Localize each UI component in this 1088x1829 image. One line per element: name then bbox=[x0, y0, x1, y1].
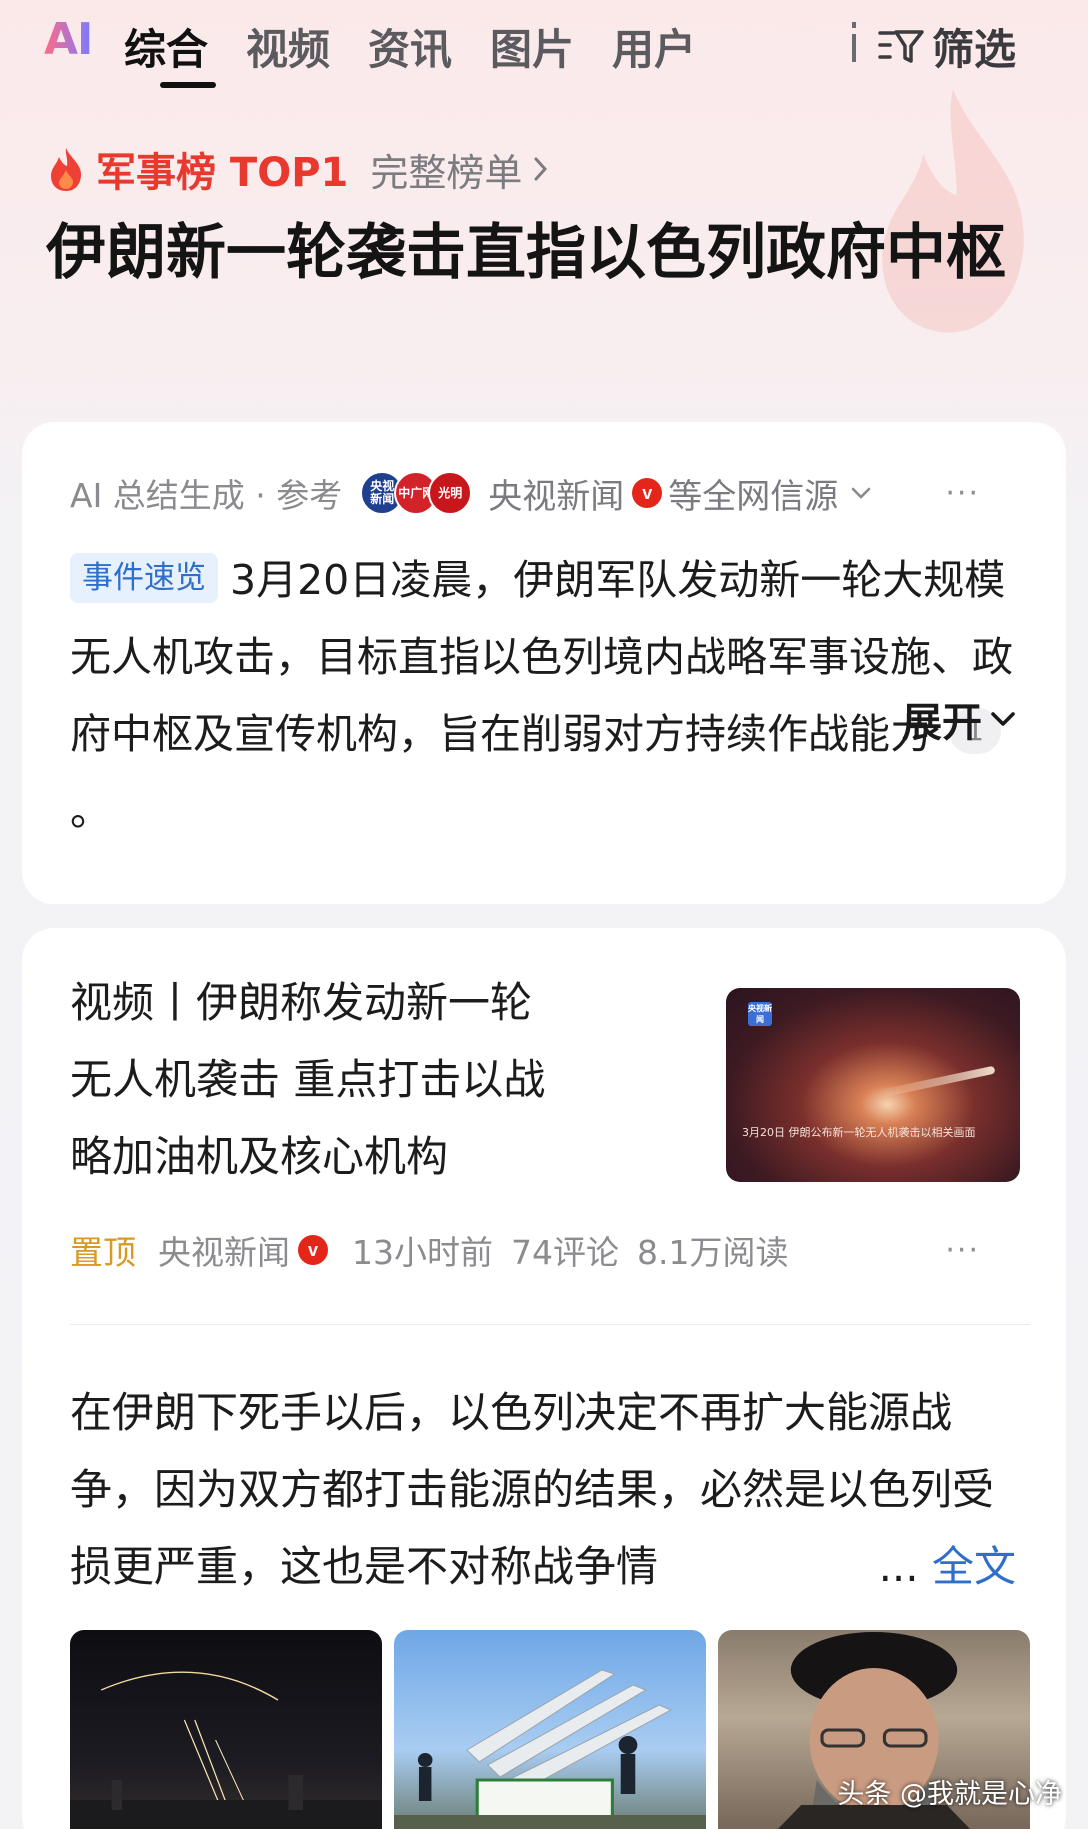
photo-missile-parade[interactable] bbox=[394, 1630, 706, 1829]
divider bbox=[70, 1324, 1030, 1325]
night-intercept-illustration bbox=[70, 1671, 382, 1829]
full-rank-link[interactable]: 完整榜单 bbox=[370, 142, 522, 197]
source-suffix: 等全网信源 bbox=[668, 476, 839, 517]
photo-night-sky-intercepts[interactable] bbox=[70, 1630, 382, 1829]
source-logos: 央视 新闻 中广网 光明 bbox=[360, 471, 473, 515]
source-name: 央视新闻 bbox=[488, 476, 625, 517]
tab-comprehensive[interactable]: 综合 bbox=[124, 16, 208, 77]
tab-video[interactable]: 视频 bbox=[246, 16, 330, 77]
expand-label: 展开 bbox=[902, 700, 982, 746]
expand-button[interactable]: 展开 bbox=[902, 690, 1016, 748]
full-text-label: 全文 bbox=[931, 1542, 1016, 1591]
video-thumbnail[interactable]: 央视新闻 3月20日 伊朗公布新一轮无人机袭击以相关画面 bbox=[726, 988, 1020, 1182]
news-reads: 8.1万阅读 bbox=[637, 1233, 789, 1272]
rank-label: 军事榜 TOP1 bbox=[96, 150, 349, 196]
news-title[interactable]: 视频丨伊朗称发动新一轮无人机袭击 重点打击以战略加油机及核心机构 bbox=[70, 964, 570, 1195]
news-meta-row: 置顶 央视新闻 v 13小时前 74评论 8.1万阅读 ··· bbox=[70, 1226, 1030, 1274]
source-logo-gmw: 光明 bbox=[428, 471, 473, 515]
news-time: 13小时前 bbox=[352, 1233, 493, 1272]
ai-summary-text: 事件速览 3月20日凌晨，伊朗军队发动新一轮大规模无人机攻击，目标直指以色列境内战… bbox=[70, 542, 1030, 850]
ai-summary-prefix: AI 总结生成 · 参考 bbox=[70, 476, 343, 515]
ai-source-row[interactable]: AI 总结生成 · 参考 央视 新闻 中广网 光明 央视新闻 v 等全网信源 ··… bbox=[70, 468, 1030, 518]
ellipsis: ... bbox=[878, 1542, 919, 1591]
thumbnail-logo: 央视新闻 bbox=[748, 1002, 772, 1026]
tab-users[interactable]: 用户 bbox=[612, 16, 696, 77]
chevron-down-icon bbox=[991, 712, 1015, 726]
tab-images[interactable]: 图片 bbox=[490, 16, 574, 77]
search-tab-bar: AI 综合 视频 资讯 图片 用户 筛选 bbox=[0, 0, 1088, 100]
verified-badge-icon: v bbox=[298, 1235, 328, 1265]
chevron-right-icon bbox=[534, 157, 548, 181]
pinned-label: 置顶 bbox=[70, 1233, 136, 1272]
active-tab-indicator bbox=[160, 82, 216, 88]
missile-parade-illustration bbox=[394, 1669, 706, 1829]
event-tag: 事件速览 bbox=[70, 553, 218, 603]
ai-summary-card: AI 总结生成 · 参考 央视 新闻 中广网 光明 央视新闻 v 等全网信源 ··… bbox=[22, 422, 1066, 904]
chevron-down-icon bbox=[851, 487, 871, 499]
tab-news[interactable]: 资讯 bbox=[368, 16, 452, 77]
more-options-icon[interactable]: ··· bbox=[945, 1233, 980, 1268]
tab-overflow-hint bbox=[852, 22, 856, 62]
hot-rank-row[interactable]: 军事榜 TOP1 完整榜单 bbox=[48, 140, 550, 198]
flame-icon bbox=[51, 148, 82, 191]
watermark: 头条 @我就是心净 bbox=[837, 1779, 1062, 1810]
verified-badge-icon: v bbox=[632, 478, 663, 508]
news-comments: 74评论 bbox=[511, 1233, 619, 1272]
filter-label: 筛选 bbox=[932, 25, 1017, 74]
news-source[interactable]: 央视新闻 bbox=[158, 1226, 290, 1274]
tab-ai[interactable]: AI bbox=[44, 14, 93, 65]
news-card: 视频丨伊朗称发动新一轮无人机袭击 重点打击以战略加油机及核心机构 央视新闻 3月… bbox=[22, 928, 1066, 1829]
filter-button[interactable]: 筛选 bbox=[878, 16, 1016, 77]
thumbnail-caption: 3月20日 伊朗公布新一轮无人机袭击以相关画面 bbox=[742, 1126, 976, 1139]
filter-icon bbox=[878, 29, 924, 63]
missile-streak bbox=[876, 1065, 996, 1099]
summary-end: 。 bbox=[70, 787, 111, 835]
more-options-icon[interactable]: ··· bbox=[945, 476, 980, 511]
full-text-link[interactable]: ... 全文 bbox=[879, 1528, 1016, 1605]
page-headline[interactable]: 伊朗新一轮袭击直指以色列政府中枢 bbox=[46, 210, 1026, 296]
